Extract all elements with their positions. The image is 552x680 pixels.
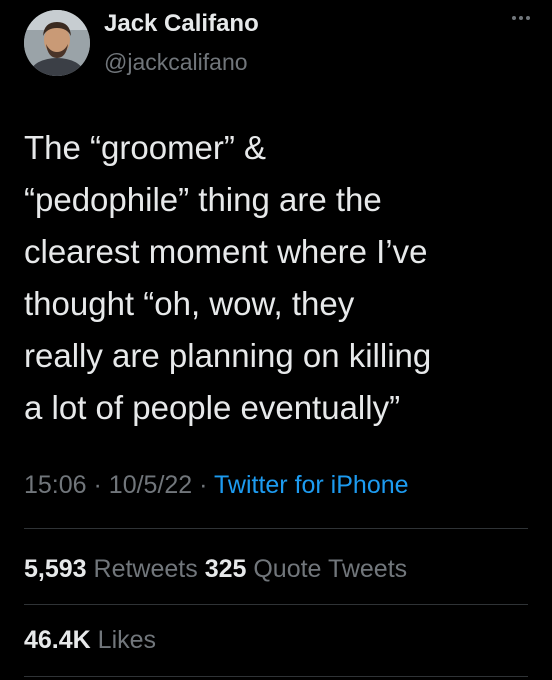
tweet-line: really are planning on killing — [24, 337, 432, 374]
avatar[interactable] — [24, 10, 90, 76]
tweet-line: clearest moment where I’ve — [24, 233, 428, 270]
more-options-icon[interactable] — [510, 12, 532, 24]
tweet-line: The “groomer” & — [24, 129, 267, 166]
tweet-date[interactable]: 10/5/22 — [109, 471, 192, 499]
separator: · — [199, 471, 208, 499]
likes-label: Likes — [97, 626, 157, 654]
tweet-text: The “groomer” & “pedophile” thing are th… — [24, 122, 534, 434]
tweet-line: thought “oh, wow, they — [24, 285, 355, 322]
author-handle[interactable]: @jackcalifano — [104, 49, 248, 76]
likes-link[interactable]: 46.4K Likes — [24, 626, 156, 654]
likes-count: 46.4K — [24, 626, 91, 654]
likes-stats: 46.4K Likes — [24, 626, 156, 655]
tweet-time[interactable]: 15:06 — [24, 471, 87, 499]
dot — [526, 16, 530, 20]
dot — [519, 16, 523, 20]
retweets-label: Retweets — [93, 555, 198, 583]
divider — [24, 604, 528, 605]
tweet-line: a lot of people eventually” — [24, 389, 401, 426]
divider — [24, 676, 528, 677]
profile-photo-icon — [24, 10, 90, 76]
dot — [512, 16, 516, 20]
engagement-stats: 5,593 Retweets 325 Quote Tweets — [24, 555, 407, 584]
tweet-line: “pedophile” thing are the — [24, 181, 382, 218]
retweets-link[interactable]: 5,593 Retweets — [24, 555, 198, 583]
author-name[interactable]: Jack Califano — [104, 10, 259, 38]
divider — [24, 528, 528, 529]
tweet-meta: 15:06 · 10/5/22 · Twitter for iPhone — [24, 471, 409, 500]
quotes-link[interactable]: 325 Quote Tweets — [205, 555, 407, 583]
quotes-label: Quote Tweets — [253, 555, 408, 583]
retweets-count: 5,593 — [24, 555, 87, 583]
separator: · — [93, 471, 102, 499]
tweet-source-link[interactable]: Twitter for iPhone — [214, 471, 409, 499]
quotes-count: 325 — [204, 555, 247, 583]
